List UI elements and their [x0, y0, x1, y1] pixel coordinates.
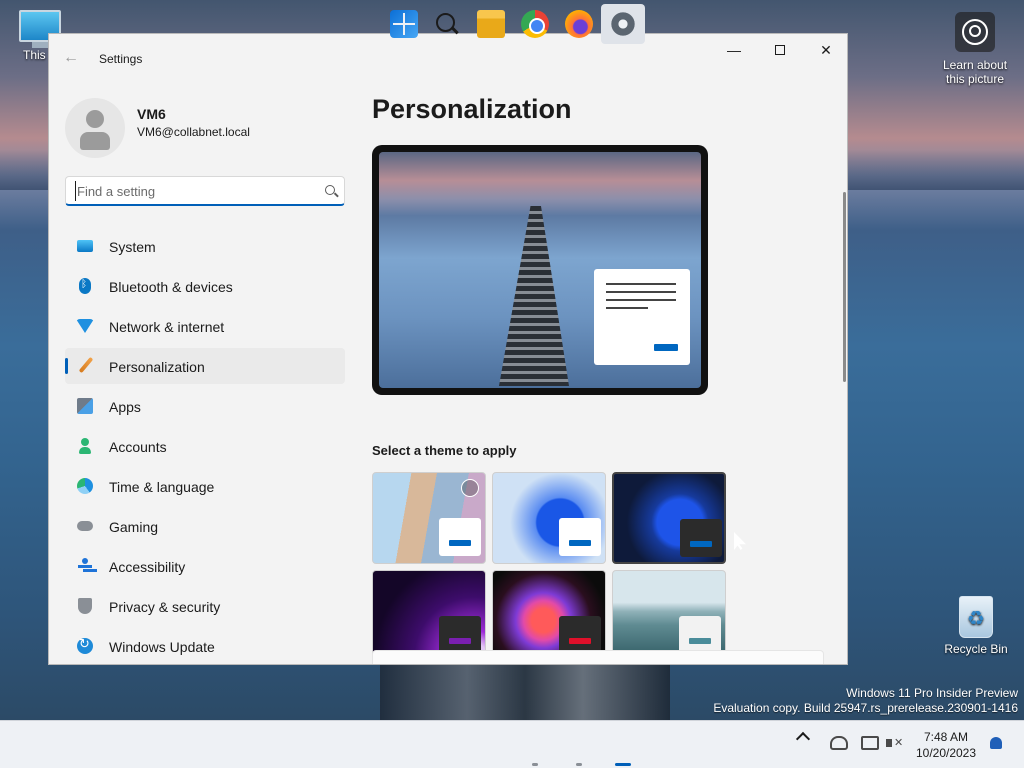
sidebar-item-label: Privacy & security: [109, 599, 221, 615]
sidebar-item-bluetooth[interactable]: Bluetooth & devices: [65, 268, 345, 304]
network-icon[interactable]: [830, 736, 848, 750]
window-title: Settings: [99, 52, 143, 66]
apps-icon: [77, 398, 93, 414]
display-icon[interactable]: [861, 736, 879, 750]
shield-icon: [78, 598, 92, 614]
volume-muted-icon[interactable]: [886, 736, 904, 750]
wallpaper-pier: [380, 664, 670, 720]
wifi-icon: [76, 319, 94, 333]
sidebar-item-windows-update[interactable]: Windows Update: [65, 628, 345, 664]
sidebar-item-label: Gaming: [109, 519, 159, 535]
sidebar-item-label: Network & internet: [109, 319, 225, 335]
sidebar-item-time-language[interactable]: Time & language: [65, 468, 345, 504]
user-profile[interactable]: VM6 VM6@collabnet.local: [49, 80, 361, 170]
recycle-bin-icon: [959, 596, 993, 638]
camera-pin-icon: [461, 479, 479, 497]
settings-card[interactable]: [372, 650, 824, 664]
scrollbar[interactable]: [843, 192, 846, 382]
recycle-bin-desktop-icon[interactable]: Recycle Bin: [936, 596, 1016, 656]
watermark-line2: Evaluation copy. Build 25947.rs_prerelea…: [713, 701, 1018, 715]
learn-label-line1: Learn about: [942, 58, 1008, 72]
themes-label: Select a theme to apply: [372, 443, 517, 458]
search-icon[interactable]: [433, 10, 461, 38]
update-icon: [77, 636, 93, 654]
taskbar-clock[interactable]: 7:48 AM 10/20/2023: [910, 729, 982, 761]
sidebar-item-network[interactable]: Network & internet: [65, 308, 345, 344]
theme-windows-dark[interactable]: [612, 472, 726, 564]
maximize-button[interactable]: [757, 34, 803, 66]
globe-clock-icon: [77, 478, 93, 494]
back-arrow-icon[interactable]: ←: [63, 50, 81, 66]
sidebar-item-label: Personalization: [109, 359, 205, 375]
sidebar-item-privacy[interactable]: Privacy & security: [65, 588, 345, 624]
sidebar-item-apps[interactable]: Apps: [65, 388, 345, 424]
clock-date: 10/20/2023: [915, 746, 977, 760]
sidebar-item-label: System: [109, 239, 156, 255]
sidebar-item-gaming[interactable]: Gaming: [65, 508, 345, 544]
preview-window: [594, 269, 690, 365]
sidebar-item-label: Time & language: [109, 479, 215, 495]
accessibility-icon: [77, 558, 93, 574]
theme-preview: [372, 145, 708, 395]
notification-bell-icon[interactable]: [990, 737, 1002, 749]
user-email: VM6@collabnet.local: [137, 125, 250, 139]
sidebar-nav: System Bluetooth & devices Network & int…: [65, 228, 345, 664]
watermark-line1: Windows 11 Pro Insider Preview: [846, 686, 1018, 700]
page-title: Personalization: [372, 94, 572, 124]
theme-windows-light[interactable]: [492, 472, 606, 564]
avatar: [65, 98, 125, 158]
gamepad-icon: [77, 521, 93, 531]
file-explorer-icon[interactable]: [477, 10, 505, 38]
theme-spotlight[interactable]: [372, 472, 486, 564]
search-input[interactable]: [75, 181, 311, 201]
search-icon: [325, 185, 335, 195]
search-box[interactable]: [65, 176, 345, 206]
main-content: Personalization Select a theme to apply: [361, 80, 847, 664]
chrome-icon[interactable]: [521, 10, 549, 38]
sidebar-item-accessibility[interactable]: Accessibility: [65, 548, 345, 584]
recycle-bin-label: Recycle Bin: [944, 642, 1008, 656]
bluetooth-icon: [79, 278, 91, 294]
maximize-icon: [775, 45, 785, 55]
user-name: VM6: [137, 106, 166, 122]
theme-captured-motion[interactable]: [492, 570, 606, 662]
evaluation-watermark: Windows 11 Pro Insider Preview Evaluatio…: [713, 686, 1018, 716]
preview-wallpaper: [379, 152, 701, 388]
person-icon: [79, 438, 91, 454]
sidebar-item-label: Accounts: [109, 439, 167, 455]
settings-gear-icon[interactable]: [609, 10, 637, 38]
sidebar-item-accounts[interactable]: Accounts: [65, 428, 345, 464]
theme-glow[interactable]: [372, 570, 486, 662]
start-button[interactable]: [390, 10, 418, 38]
brush-icon: [78, 356, 94, 374]
title-bar[interactable]: ← Settings — ✕: [49, 34, 847, 80]
sidebar-item-label: Accessibility: [109, 559, 186, 575]
firefox-icon[interactable]: [565, 10, 593, 38]
camera-pin-icon: [955, 12, 995, 52]
learn-label-line2: this picture: [945, 72, 1005, 86]
system-icon: [77, 240, 93, 252]
close-button[interactable]: ✕: [803, 34, 847, 66]
sidebar-item-label: Bluetooth & devices: [109, 279, 233, 295]
theme-sunrise[interactable]: [612, 570, 726, 662]
sidebar: VM6 VM6@collabnet.local System Bluetooth…: [49, 80, 361, 664]
sidebar-item-personalization[interactable]: Personalization: [65, 348, 345, 384]
sidebar-item-system[interactable]: System: [65, 228, 345, 264]
settings-window: ← Settings — ✕ VM6 VM6@collabnet.local S…: [48, 33, 848, 665]
minimize-button[interactable]: —: [711, 34, 757, 66]
sidebar-item-label: Windows Update: [109, 639, 215, 655]
sidebar-item-label: Apps: [109, 399, 141, 415]
learn-about-picture-desktop-icon[interactable]: Learn about this picture: [938, 12, 1012, 86]
clock-time: 7:48 AM: [923, 730, 969, 744]
